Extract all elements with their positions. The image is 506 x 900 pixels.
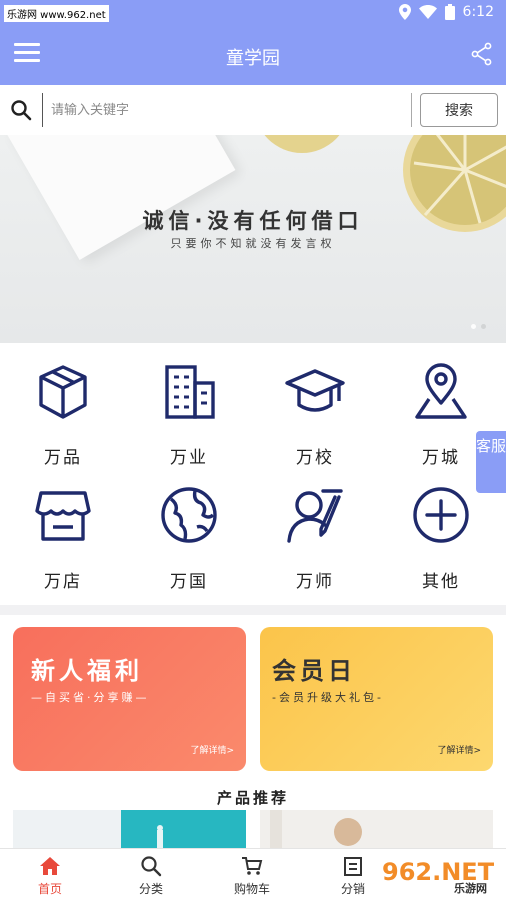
carousel-dot <box>481 324 486 329</box>
location-icon <box>398 4 411 20</box>
product-list <box>13 810 493 850</box>
status-time: 6:12 <box>462 4 494 20</box>
share-icon[interactable] <box>470 42 494 66</box>
banner-headline: 诚信·没有任何借口 <box>142 209 364 233</box>
category-wanye[interactable]: 万业 <box>126 343 252 468</box>
category-grid: 万品 万业 万校 万城 万店 万国 万师 其他 <box>0 343 506 605</box>
customer-service-button[interactable]: 客服 <box>476 431 506 493</box>
category-label: 万师 <box>296 572 334 592</box>
banner-subline: 只要你不知就没有发言权 <box>170 237 336 250</box>
category-label: 万店 <box>44 572 82 592</box>
category-label: 万品 <box>44 448 82 468</box>
category-wanpin[interactable]: 万品 <box>0 343 126 468</box>
search-button[interactable]: 搜索 <box>420 93 498 127</box>
globe-icon <box>161 487 217 543</box>
app-header: 乐游网 www.962.net 6:12 童学园 <box>0 0 506 85</box>
product-thumb[interactable] <box>260 810 493 850</box>
nav-label: 分类 <box>138 882 163 896</box>
building-icon <box>165 365 215 419</box>
promo-more-link[interactable]: 了解详情> <box>190 743 234 756</box>
category-label: 万校 <box>296 448 334 468</box>
product-thumb[interactable] <box>121 810 246 850</box>
status-bar: 乐游网 www.962.net 6:12 <box>0 0 506 28</box>
nav-category[interactable]: 分类 <box>101 855 201 899</box>
nav-home[interactable]: 首页 <box>0 855 100 899</box>
watermark-subtext: 乐游网 <box>454 881 487 895</box>
category-wanshi[interactable]: 万师 <box>252 467 378 592</box>
section-divider <box>0 605 506 615</box>
product-image <box>270 810 362 850</box>
wifi-icon <box>418 5 437 19</box>
banner-carousel[interactable]: 诚信·没有任何借口 只要你不知就没有发言权 <box>0 135 506 343</box>
nav-cart[interactable]: 购物车 <box>202 855 302 899</box>
category-wandian[interactable]: 万店 <box>0 467 126 592</box>
category-label: 万业 <box>170 448 208 468</box>
category-label: 万国 <box>170 572 208 592</box>
cart-icon <box>242 857 263 875</box>
category-wanguo[interactable]: 万国 <box>126 467 252 592</box>
home-icon <box>40 857 60 875</box>
search-bar: 搜索 <box>0 85 506 135</box>
teacher-icon <box>287 489 343 543</box>
page-title: 童学园 <box>226 48 280 69</box>
lemon-slice-image <box>264 135 340 153</box>
site-tag: 乐游网 www.962.net <box>4 5 109 22</box>
watermark-logo: 962.NET 乐游网 <box>376 856 500 895</box>
promo-title: 新人福利 <box>31 657 143 685</box>
nav-label: 购物车 <box>233 882 270 896</box>
product-thumb[interactable] <box>13 810 121 850</box>
promo-subtitle: -会员升级大礼包- <box>272 691 384 704</box>
battery-icon <box>444 4 455 20</box>
category-label: 其他 <box>422 572 460 592</box>
status-icons: 6:12 <box>398 4 494 20</box>
search-icon <box>141 856 162 877</box>
box-icon <box>39 365 87 419</box>
product-image <box>157 825 163 850</box>
search-input[interactable] <box>42 93 412 127</box>
product-section-title: 产品推荐 <box>216 789 289 807</box>
promo-subtitle: —自买省·分享赚— <box>31 691 150 704</box>
promo-member-day[interactable]: 会员日 -会员升级大礼包- 了解详情> <box>260 627 493 771</box>
graduation-cap-icon <box>285 369 345 412</box>
promo-new-user[interactable]: 新人福利 —自买省·分享赚— 了解详情> <box>13 627 246 771</box>
map-pin-icon <box>415 363 467 419</box>
promo-title: 会员日 <box>272 657 356 685</box>
plus-circle-icon <box>413 487 469 543</box>
nav-label: 首页 <box>37 882 62 896</box>
carousel-dot-active <box>471 324 476 329</box>
carousel-indicator <box>471 324 486 329</box>
promo-more-link[interactable]: 了解详情> <box>437 743 481 756</box>
category-wanxiao[interactable]: 万校 <box>252 343 378 468</box>
search-icon <box>11 100 32 121</box>
distribution-icon <box>344 857 362 876</box>
store-icon <box>35 491 91 541</box>
